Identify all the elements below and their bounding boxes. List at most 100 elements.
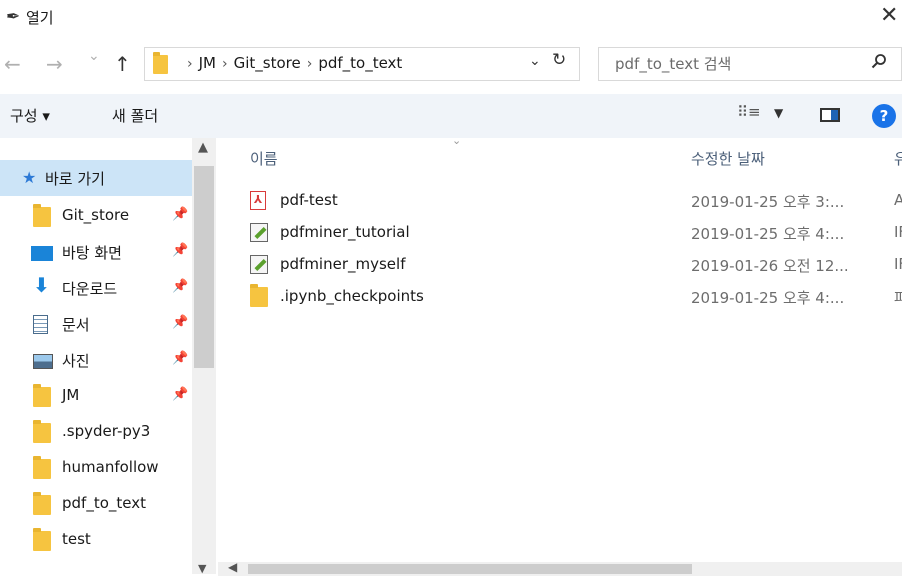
file-row[interactable]: ⅄ pdf-test 2019-01-25 오후 3:... A	[246, 188, 902, 214]
file-date: 2019-01-25 오후 4:...	[691, 289, 845, 307]
file-row[interactable]: pdfminer_myself 2019-01-26 오전 12... IF	[246, 252, 902, 278]
pin-icon: 📌	[172, 387, 189, 402]
sidebar-item-label: Git_store	[62, 206, 130, 224]
preview-pane-icon[interactable]	[820, 108, 840, 122]
sidebar-item-test[interactable]: test	[0, 522, 192, 558]
file-type: A	[894, 191, 902, 209]
new-folder-button[interactable]: 새 폴더	[112, 105, 158, 126]
file-row[interactable]: .ipynb_checkpoints 2019-01-25 오후 4:... 파	[246, 284, 902, 310]
quick-access-label: 바로 가기	[45, 170, 105, 188]
column-header-date-modified[interactable]: 수정한 날짜	[691, 148, 765, 169]
scrollbar-thumb[interactable]	[248, 564, 692, 574]
sidebar-item-documents[interactable]: 문서 📌	[0, 306, 192, 342]
file-list: ⌄ 이름 수정한 날짜 유 ⅄ pdf-test 2019-01-25 오후 3…	[218, 134, 902, 576]
folder-icon	[33, 456, 51, 479]
organize-menu-button[interactable]: 구성 ▾	[10, 105, 50, 126]
pdf-icon: ⅄	[250, 191, 266, 210]
file-date: 2019-01-25 오후 3:...	[691, 193, 845, 211]
desktop-icon	[31, 246, 53, 261]
breadcrumb-git-store[interactable]: Git_store	[234, 54, 301, 72]
file-name: pdfminer_myself	[280, 255, 406, 273]
folder-icon	[33, 204, 51, 227]
folder-icon	[33, 528, 51, 551]
sidebar-item-label: 문서	[62, 316, 90, 334]
sidebar-item-spyder-py3[interactable]: .spyder-py3	[0, 414, 192, 450]
breadcrumb: › JM › Git_store › pdf_to_text	[181, 54, 402, 72]
pin-icon: 📌	[172, 243, 189, 258]
change-view-icon[interactable]: ⠿≡	[737, 103, 761, 121]
search-input[interactable]	[613, 54, 857, 74]
navigation-pane: ★ 바로 가기 Git_store 📌 바탕 화면 📌 ⬇ 다운로드 📌 문서 …	[0, 138, 218, 575]
column-header-type[interactable]: 유	[894, 148, 902, 169]
sidebar-item-label: .spyder-py3	[62, 422, 151, 440]
breadcrumb-separator[interactable]: ›	[222, 56, 228, 72]
sidebar-item-pdf-to-text[interactable]: pdf_to_text	[0, 486, 192, 522]
sidebar-item-label: 사진	[62, 352, 90, 370]
scroll-left-icon[interactable]: ◀	[228, 560, 237, 574]
scroll-up-icon[interactable]: ▲	[198, 140, 208, 155]
refresh-icon[interactable]: ↻	[552, 50, 566, 70]
sidebar-item-desktop[interactable]: 바탕 화면 📌	[0, 234, 192, 270]
sidebar-item-label: test	[62, 530, 91, 548]
view-options-dropdown-icon[interactable]: ▼	[774, 106, 783, 120]
search-icon	[871, 53, 887, 73]
sidebar-item-jm[interactable]: JM 📌	[0, 378, 192, 414]
quick-access-item[interactable]: ★ 바로 가기	[0, 160, 192, 196]
notebook-icon	[250, 223, 268, 242]
notebook-icon	[250, 255, 268, 274]
breadcrumb-pdf-to-text[interactable]: pdf_to_text	[318, 54, 402, 72]
address-bar[interactable]: › JM › Git_store › pdf_to_text ⌄	[144, 47, 580, 81]
sidebar-item-label: pdf_to_text	[62, 494, 146, 512]
column-header-name[interactable]: 이름	[250, 148, 278, 169]
folder-icon	[33, 384, 51, 407]
sidebar-item-git-store[interactable]: Git_store 📌	[0, 198, 192, 234]
pictures-icon	[33, 354, 53, 369]
help-icon[interactable]: ?	[872, 104, 896, 128]
breadcrumb-separator[interactable]: ›	[307, 56, 313, 72]
file-name: .ipynb_checkpoints	[280, 287, 424, 305]
folder-icon	[33, 420, 51, 443]
navigation-pane-scrollbar[interactable]: ▲ ▼	[192, 138, 216, 575]
recent-locations-chevron-icon[interactable]: ⌄	[88, 48, 100, 64]
pin-icon: 📌	[172, 315, 189, 330]
sort-chevron-icon: ⌄	[452, 134, 462, 147]
scroll-down-icon[interactable]: ▼	[198, 562, 206, 575]
navigation-bar: ← → ⌄ ↑ › JM › Git_store › pdf_to_text ⌄ ↻	[0, 44, 902, 84]
pin-icon: 📌	[172, 351, 189, 366]
search-box[interactable]	[598, 47, 902, 81]
pin-icon: 📌	[172, 207, 189, 222]
file-type: IF	[894, 223, 902, 241]
folder-icon	[250, 284, 268, 307]
file-type: 파	[894, 289, 902, 307]
breadcrumb-separator: ›	[187, 56, 193, 72]
document-icon	[33, 315, 48, 334]
sidebar-item-pictures[interactable]: 사진 📌	[0, 342, 192, 378]
address-dropdown-icon[interactable]: ⌄	[529, 53, 541, 69]
sidebar-item-humanfollow[interactable]: humanfollow	[0, 450, 192, 486]
scrollbar-thumb[interactable]	[194, 166, 214, 368]
download-icon: ⬇	[33, 273, 50, 297]
window-title: 열기	[26, 9, 54, 27]
folder-icon	[33, 492, 51, 515]
command-toolbar: 구성 ▾ 새 폴더 ⠿≡ ▼ ?	[0, 94, 902, 138]
file-type: IF	[894, 255, 902, 273]
sidebar-item-label: 다운로드	[62, 280, 118, 298]
file-name: pdfminer_tutorial	[280, 223, 410, 241]
sidebar-item-label: humanfollow	[62, 458, 159, 476]
file-name: pdf-test	[280, 191, 338, 209]
forward-arrow-icon[interactable]: →	[46, 52, 63, 76]
folder-icon	[153, 52, 168, 74]
breadcrumb-jm[interactable]: JM	[199, 54, 216, 72]
up-arrow-icon[interactable]: ↑	[114, 52, 131, 76]
pin-icon: 📌	[172, 279, 189, 294]
close-icon[interactable]: ✕	[880, 3, 898, 28]
sidebar-item-label: JM	[62, 386, 80, 404]
feather-app-icon: ✒	[6, 7, 21, 27]
star-icon: ★	[22, 168, 37, 187]
file-row[interactable]: pdfminer_tutorial 2019-01-25 오후 4:... IF	[246, 220, 902, 246]
sidebar-item-label: 바탕 화면	[62, 244, 122, 262]
sidebar-item-downloads[interactable]: ⬇ 다운로드 📌	[0, 270, 192, 306]
title-bar: ✒ 열기 ✕	[0, 0, 902, 34]
back-arrow-icon[interactable]: ←	[4, 52, 21, 76]
file-date: 2019-01-25 오후 4:...	[691, 225, 845, 243]
